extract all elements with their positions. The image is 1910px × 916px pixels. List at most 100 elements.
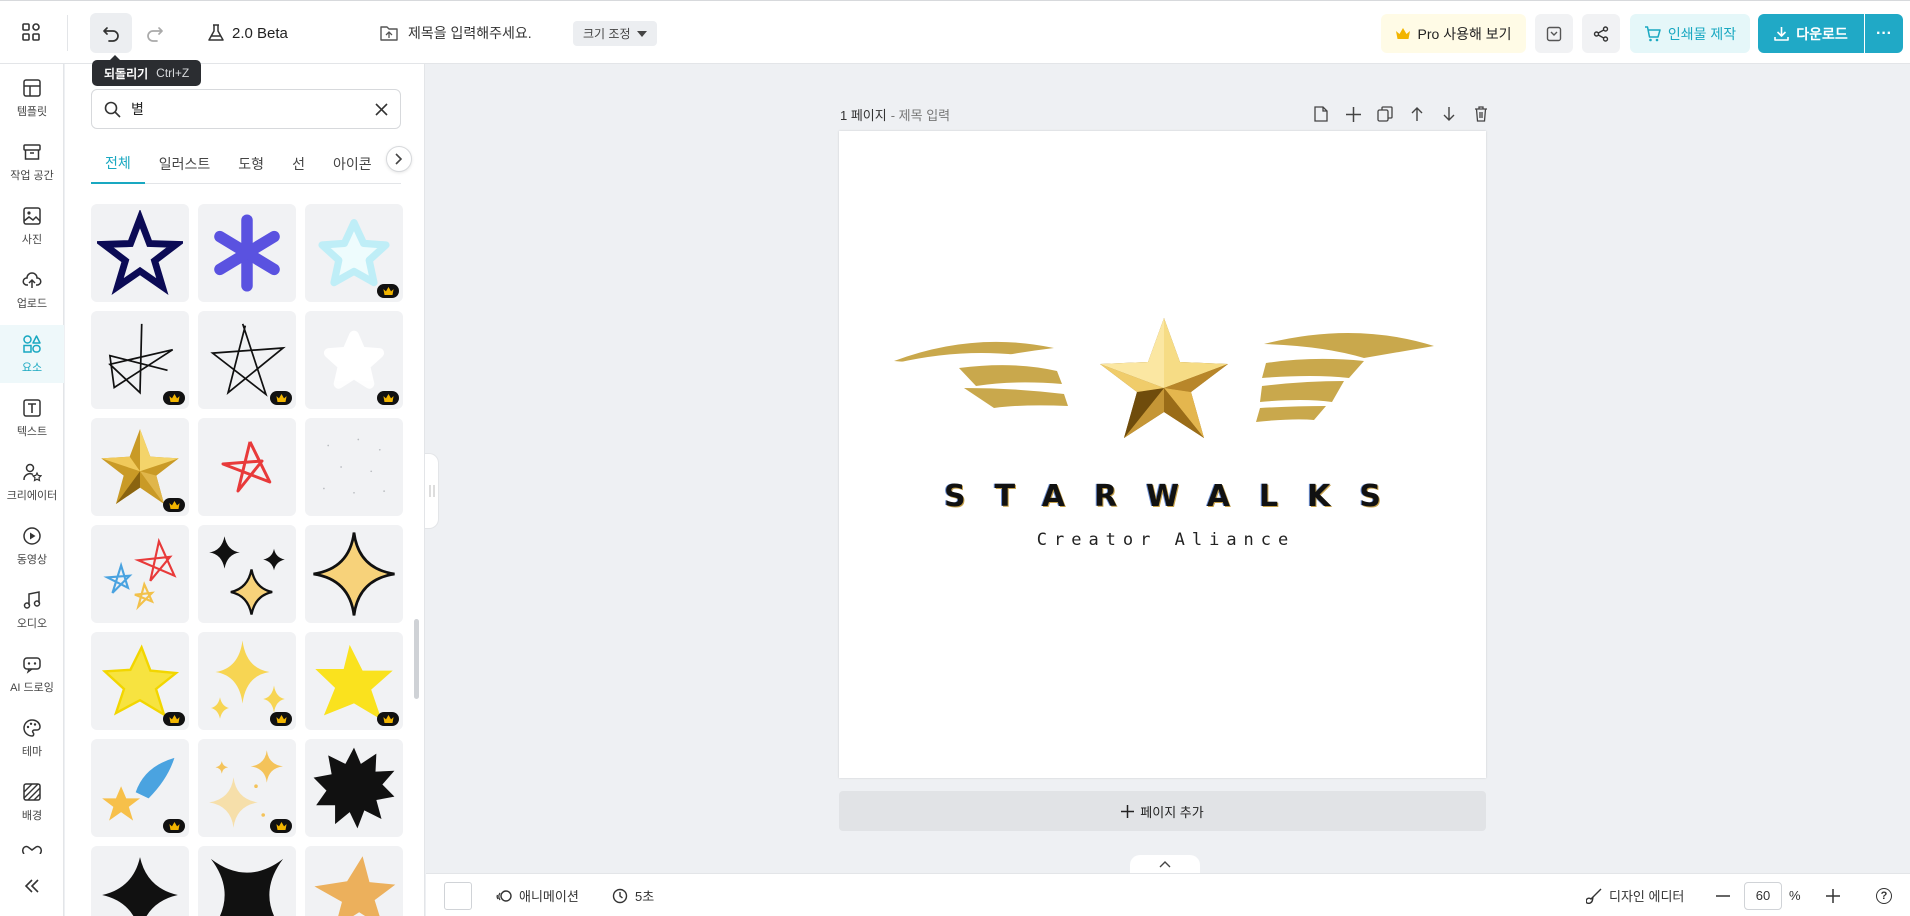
background-color-button[interactable] (444, 874, 472, 916)
template-icon (23, 78, 41, 97)
workspace-icon (23, 143, 41, 160)
element-tile[interactable] (305, 204, 403, 302)
animation-button[interactable]: 애니메이션 (496, 874, 579, 916)
sidebar-item-background[interactable]: 배경 (0, 773, 64, 831)
left-sidebar: 템플릿 작업 공간 사진 업로드 요소 텍스트 크리에이터 동영상 오디오 AI… (0, 64, 64, 916)
element-tile[interactable] (198, 739, 296, 837)
sidebar-item-label: 테마 (21, 745, 43, 758)
element-tile[interactable] (305, 418, 403, 516)
tabs-scroll-right-button[interactable] (386, 146, 412, 172)
element-tile[interactable] (91, 311, 189, 409)
apps-menu-button[interactable] (14, 15, 48, 49)
delete-page-button[interactable] (1472, 105, 1490, 123)
crown-icon (275, 715, 287, 723)
print-order-button[interactable]: 인쇄물 제작 (1630, 14, 1750, 53)
tab-illustration[interactable]: 일러스트 (145, 144, 225, 184)
add-page-button[interactable] (1344, 105, 1362, 123)
panel-resize-handle[interactable] (425, 453, 439, 529)
redo-button[interactable] (138, 13, 172, 53)
tab-icon[interactable]: 아이콘 (319, 144, 386, 184)
duplicate-page-button[interactable] (1376, 105, 1394, 123)
element-tile[interactable] (198, 204, 296, 302)
help-button[interactable]: ? (1876, 874, 1892, 916)
move-page-down-button[interactable] (1440, 105, 1458, 123)
sidebar-item-ai-drawing[interactable]: AI 드로잉 (0, 645, 64, 703)
winged-star-logo[interactable] (894, 306, 1434, 446)
four-point-star-icon (313, 532, 395, 616)
page-title-input[interactable]: - 제목 입력 (891, 105, 950, 124)
zoom-out-button[interactable] (1716, 874, 1730, 916)
black-four-point-star-icon (102, 857, 178, 916)
design-canvas[interactable]: STARWALKS Creator Aliance (839, 131, 1486, 778)
element-tile[interactable] (305, 846, 403, 916)
sidebar-item-theme[interactable]: 테마 (0, 709, 64, 767)
sidebar-item-creator[interactable]: 크리에이터 (0, 453, 64, 511)
element-tile[interactable] (91, 418, 189, 516)
zoom-in-button[interactable] (1826, 874, 1840, 916)
element-tile[interactable] (305, 632, 403, 730)
sidebar-item-template[interactable]: 템플릿 (0, 69, 64, 127)
add-page-bar[interactable]: 페이지 추가 (839, 791, 1486, 831)
move-page-up-button[interactable] (1408, 105, 1426, 123)
trash-icon (1475, 106, 1487, 122)
duration-label: 5초 (635, 889, 655, 904)
heart-icon (22, 845, 42, 854)
document-title-field[interactable]: 제목을 입력해주세요. (380, 19, 532, 47)
sidebar-item-video[interactable]: 동영상 (0, 517, 64, 575)
element-tile[interactable] (91, 632, 189, 730)
crown-icon (275, 394, 287, 402)
element-tile[interactable] (198, 525, 296, 623)
element-tile[interactable] (305, 525, 403, 623)
premium-badge (163, 819, 185, 833)
sidebar-item-text[interactable]: 텍스트 (0, 389, 64, 447)
caret-down-icon (636, 30, 647, 37)
page-note-button[interactable] (1312, 105, 1330, 123)
glow-star-icon (318, 219, 390, 287)
resize-dropdown[interactable]: 크기 조정 (573, 21, 657, 46)
animation-label: 애니메이션 (519, 889, 579, 904)
duration-button[interactable]: 5초 (612, 874, 654, 916)
element-tile[interactable] (91, 204, 189, 302)
sidebar-item-workspace[interactable]: 작업 공간 (0, 133, 64, 191)
undo-button[interactable] (90, 13, 132, 53)
design-editor-button[interactable]: 디자인 에디터 (1586, 874, 1684, 916)
minus-icon (1716, 894, 1730, 897)
animation-icon (496, 889, 512, 902)
search-input[interactable] (131, 101, 365, 117)
element-tile[interactable] (305, 739, 403, 837)
element-tile[interactable] (198, 632, 296, 730)
collapse-sidebar-button[interactable] (18, 872, 46, 900)
brand-name-text[interactable]: STARWALKS (839, 479, 1486, 514)
zoom-input[interactable]: 60 (1744, 881, 1782, 910)
tab-all[interactable]: 전체 (91, 144, 145, 184)
element-tile[interactable] (91, 739, 189, 837)
sidebar-item-audio[interactable]: 오디오 (0, 581, 64, 639)
element-tile[interactable] (198, 418, 296, 516)
panel-scrollbar[interactable] (414, 619, 419, 699)
sidebar-item-upload[interactable]: 업로드 (0, 261, 64, 319)
more-options-button[interactable]: ··· (1865, 14, 1903, 53)
crown-icon (382, 287, 394, 295)
sidebar-item-elements[interactable]: 요소 (0, 325, 64, 383)
timeline-toggle-button[interactable] (1130, 855, 1200, 873)
element-tile[interactable] (198, 311, 296, 409)
print-label: 인쇄물 제작 (1667, 25, 1737, 42)
element-tile[interactable] (91, 846, 189, 916)
premium-badge (270, 819, 292, 833)
clear-search-icon[interactable] (375, 102, 388, 116)
element-tile[interactable] (305, 311, 403, 409)
tab-line[interactable]: 선 (278, 144, 319, 184)
element-results-grid (91, 204, 406, 916)
sidebar-item-photo[interactable]: 사진 (0, 197, 64, 255)
pro-trial-button[interactable]: Pro 사용해 보기 (1381, 14, 1526, 53)
element-tile[interactable] (91, 525, 189, 623)
brand-subtitle-text[interactable]: Creator Aliance (839, 530, 1486, 550)
element-tile[interactable] (198, 846, 296, 916)
download-button[interactable]: 다운로드 (1758, 14, 1864, 53)
share-button[interactable] (1582, 14, 1620, 53)
save-button[interactable] (1535, 14, 1573, 53)
tooltip-label: 되돌리기 (104, 66, 149, 81)
tab-shape[interactable]: 도형 (224, 144, 278, 184)
version-badge[interactable]: 2.0 Beta (208, 19, 288, 47)
sidebar-item-label: 오디오 (16, 617, 48, 630)
